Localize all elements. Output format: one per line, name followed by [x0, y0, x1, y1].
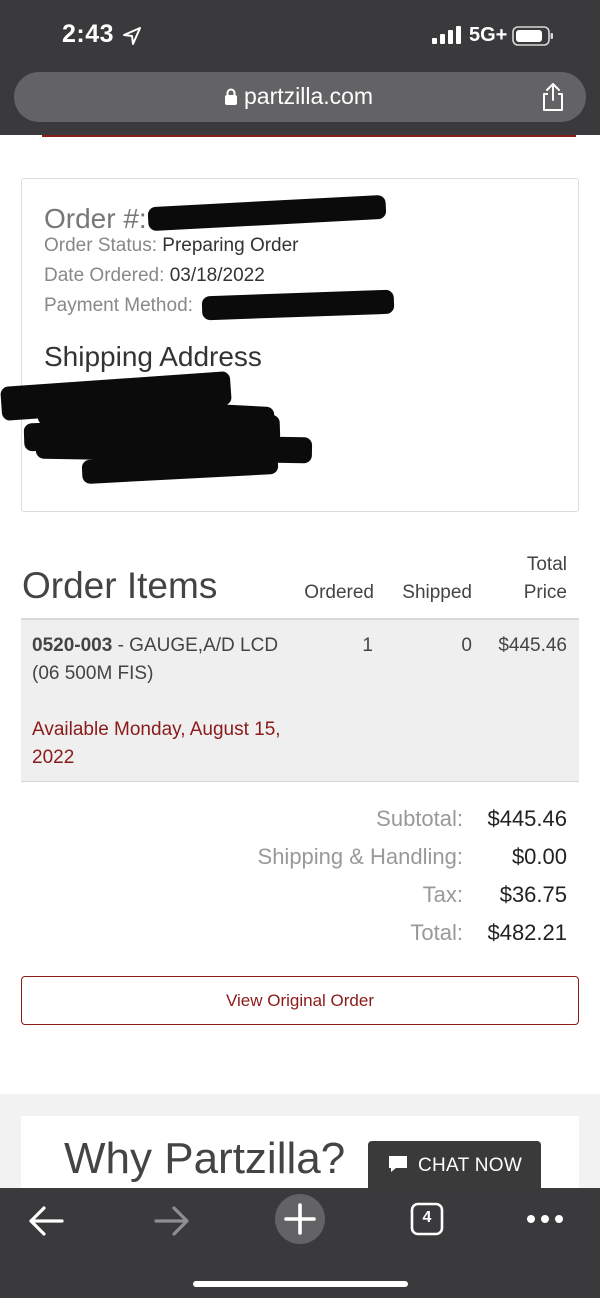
- shipping-address-heading: Shipping Address: [44, 341, 262, 372]
- item-description: 0520-003 - GAUGE,A/D LCD (06 500M FIS): [32, 632, 292, 688]
- header-divider: [42, 135, 576, 137]
- order-number-label: Order #:: [44, 203, 147, 234]
- share-icon[interactable]: [540, 82, 566, 112]
- forward-icon[interactable]: [152, 1204, 192, 1238]
- order-status-label: Order Status:: [44, 235, 157, 256]
- column-total-line2: Price: [523, 582, 567, 603]
- column-ordered: Ordered: [304, 582, 374, 603]
- payment-method-label: Payment Method:: [44, 295, 193, 316]
- new-tab-icon[interactable]: [274, 1193, 326, 1245]
- location-arrow-icon: [123, 27, 141, 45]
- order-status: Order Status: Preparing Order: [44, 235, 299, 257]
- more-icon[interactable]: [526, 1214, 564, 1224]
- order-summary-card: Order #: Order Status: Preparing Order D…: [0, 178, 579, 512]
- promo-title: Why Partzilla?: [64, 1134, 346, 1183]
- order-status-value: Preparing Order: [162, 235, 299, 256]
- item-total-price: $445.46: [498, 635, 567, 656]
- subtotal-value: $445.46: [487, 806, 567, 831]
- redaction-order-number: [147, 194, 387, 232]
- shipping-value: $0.00: [511, 844, 567, 869]
- view-original-order-button[interactable]: View Original Order: [21, 976, 579, 1025]
- network-type: 5G+: [469, 24, 508, 46]
- tabs-button[interactable]: 4: [410, 1202, 444, 1236]
- chat-now-button[interactable]: CHAT NOW: [368, 1141, 541, 1191]
- lock-icon: [225, 88, 237, 105]
- shipping-label: Shipping & Handling:: [257, 844, 463, 869]
- back-icon[interactable]: [26, 1204, 66, 1238]
- payment-method: Payment Method:: [44, 295, 193, 317]
- tab-count: 4: [422, 1209, 432, 1226]
- home-indicator[interactable]: [193, 1281, 408, 1287]
- tax-value: $36.75: [499, 882, 567, 907]
- table-row: 0520-003 - GAUGE,A/D LCD (06 500M FIS) A…: [21, 618, 579, 782]
- subtotal-label: Subtotal:: [376, 806, 463, 831]
- status-time: 2:43: [62, 20, 115, 48]
- date-ordered-value: 03/18/2022: [169, 265, 265, 286]
- chat-bubble-icon: [389, 1156, 407, 1172]
- total-value: $482.21: [487, 920, 567, 945]
- date-ordered-label: Date Ordered:: [44, 265, 165, 286]
- tax-label: Tax:: [422, 882, 463, 907]
- order-items-heading: Order Items: [22, 565, 218, 606]
- item-part-number[interactable]: 0520-003: [32, 635, 112, 656]
- total-label: Total:: [410, 920, 463, 945]
- item-ordered-qty: 1: [362, 635, 373, 656]
- column-shipped: Shipped: [402, 582, 472, 603]
- item-shipped-qty: 0: [461, 635, 472, 656]
- battery-icon: [512, 26, 553, 46]
- url-text[interactable]: partzilla.com: [244, 83, 373, 110]
- signal-icon: [432, 26, 461, 44]
- item-availability: Available Monday, August 15, 2022: [32, 719, 281, 768]
- date-ordered: Date Ordered: 03/18/2022: [44, 265, 265, 287]
- column-total-line1: Total: [526, 554, 567, 575]
- redaction-payment: [201, 289, 395, 321]
- chat-now-label: CHAT NOW: [418, 1155, 523, 1176]
